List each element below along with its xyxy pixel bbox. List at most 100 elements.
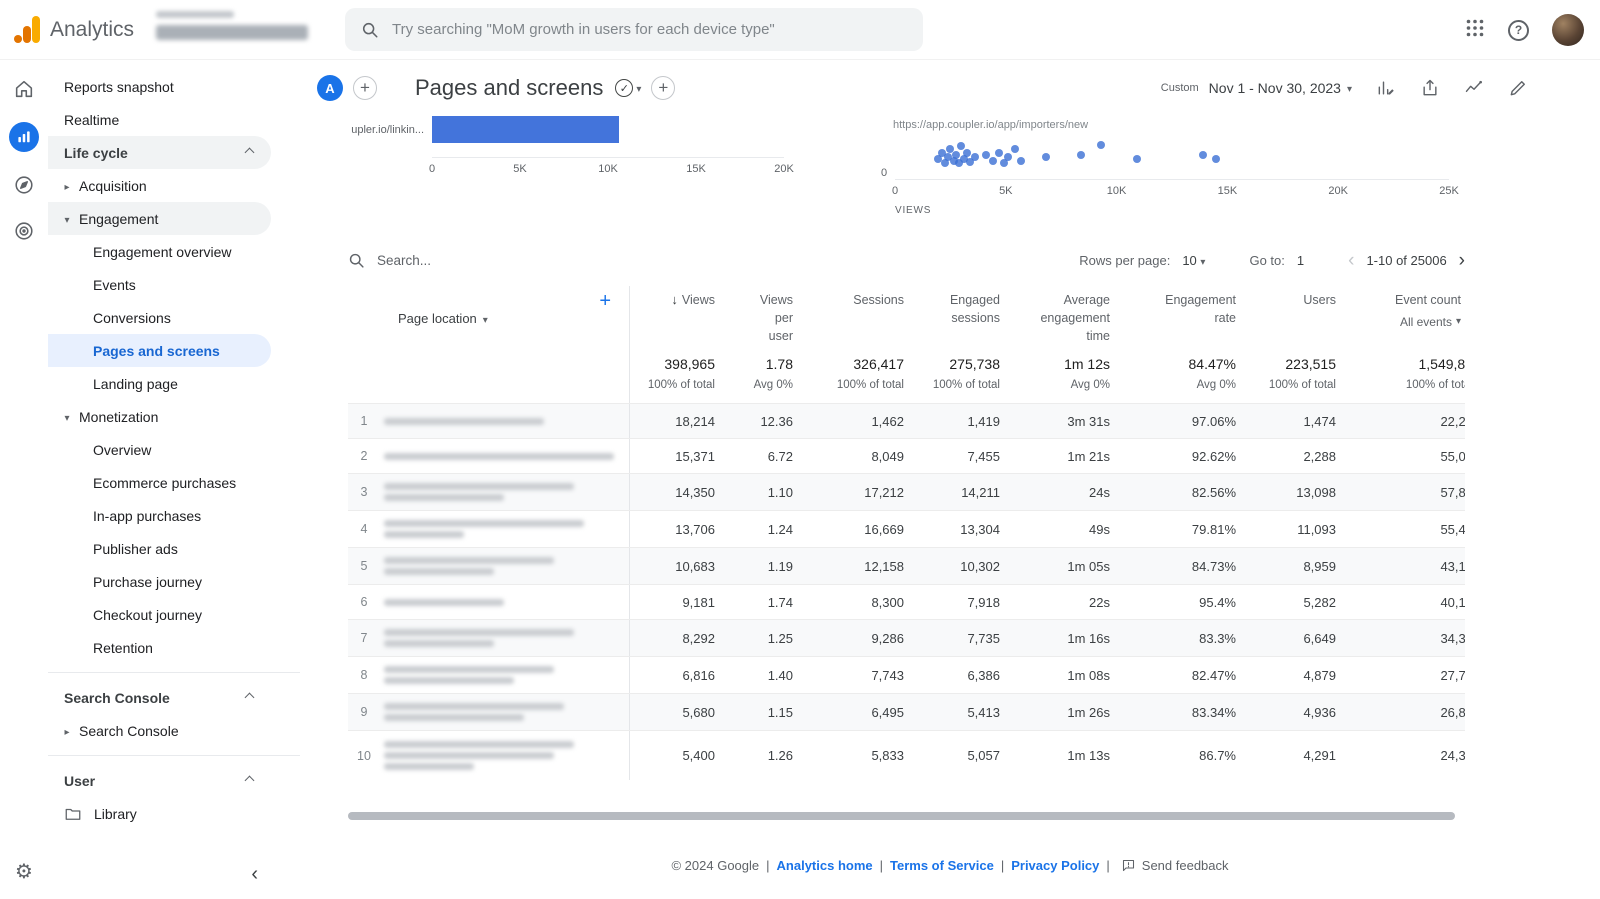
metric-cell: 1.19 [767,558,793,574]
nav-section-search-console[interactable]: Search Console [48,681,271,714]
nav-item-monetization[interactable]: Monetization [48,400,271,433]
column-header-engaged-sessions[interactable]: Engaged sessions [904,286,1000,327]
metric-cell: 7,455 [967,448,1000,464]
total-cell: 223,515 100% of total [1268,356,1336,391]
share-report-button[interactable] [1420,78,1440,98]
table-row[interactable]: 2 15,371 6.72 8,049 7,455 1m 21s 92.62% 2,288 55… [348,438,1465,473]
metric-cell: 15,371 [675,448,715,464]
dimension-header[interactable]: Page location + [348,286,630,346]
next-page-button[interactable] [1459,251,1465,270]
table-row[interactable]: 7 8,292 1.25 9,286 7,735 1m 16s 83.3% 6,649 34,3… [348,619,1465,656]
customize-report-button[interactable] [1376,78,1396,98]
apps-grid-icon[interactable] [1465,18,1485,43]
table-search[interactable] [348,252,617,269]
table-row[interactable]: 9 5,680 1.15 6,495 5,413 1m 26s 83.34% 4,936 26,… [348,693,1465,730]
nav-item-search-console[interactable]: Search Console [48,714,271,747]
column-header-views-per-user[interactable]: Views per user [715,286,793,345]
user-avatar[interactable] [1552,14,1584,46]
collapse-nav-button[interactable] [251,864,258,885]
table-row[interactable]: 8 6,816 1.40 7,743 6,386 1m 08s 82.47% 4,879 27,… [348,656,1465,693]
table-row[interactable]: 1 18,214 12.36 1,462 1,419 3m 31s 97.06% 1,474 2… [348,403,1465,438]
chevron-right-icon [60,178,74,193]
rail-explore-button[interactable] [11,172,37,198]
nav-item-engagement-overview[interactable]: Engagement overview [48,235,271,268]
nav-item-retention[interactable]: Retention [48,631,271,664]
table-search-input[interactable] [377,252,617,268]
collapse-section-icon[interactable] [244,147,255,158]
analytics-home-link[interactable]: Analytics home [777,858,873,873]
add-report-button[interactable] [651,76,676,100]
axis-tick-label: 15K [686,163,706,175]
column-header-sessions[interactable]: Sessions [793,286,904,309]
date-range-selector[interactable]: Nov 1 - Nov 30, 2023 [1209,80,1341,96]
help-icon[interactable]: ? [1508,19,1529,41]
main-content: A Pages and screens Custom Nov 1 - Nov 3… [300,60,1600,899]
metric-cell: 5,413 [967,704,1000,720]
edit-report-button[interactable] [1508,78,1528,98]
nav-item-acquisition[interactable]: Acquisition [48,169,271,202]
analytics-brand[interactable]: Analytics [14,16,134,43]
metric-cell: 43,18 [1440,558,1465,574]
metric-cell: 24s [1089,484,1110,500]
rail-admin-gear-button[interactable] [11,859,37,885]
collapse-section-icon[interactable] [244,775,255,786]
column-header-engagement-rate[interactable]: Engagement rate [1110,286,1236,327]
report-saved-badge[interactable] [615,79,634,97]
nav-item-label: Conversions [93,309,171,326]
nav-item-label: Realtime [64,111,120,128]
nav-item-pages-and-screens[interactable]: Pages and screens [48,334,271,367]
redacted-text [384,741,574,748]
redacted-text [384,452,614,460]
global-search-bar[interactable] [345,8,923,51]
column-header-average-engagement-time[interactable]: Average engagement time [1000,286,1110,345]
date-caret-icon[interactable] [1347,80,1352,96]
nav-item-purchase-journey[interactable]: Purchase journey [48,565,271,598]
nav-item-overview[interactable]: Overview [48,433,271,466]
goto-page-input[interactable]: 1 [1297,253,1304,268]
nav-item-in-app-purchases[interactable]: In-app purchases [48,499,271,532]
rail-home-button[interactable] [11,76,37,102]
event-count-filter[interactable]: All events [1336,314,1461,331]
horizontal-scrollbar[interactable] [348,812,1455,820]
send-feedback-button[interactable]: Send feedback [1121,858,1229,873]
nav-item-label: Events [93,276,136,293]
privacy-policy-link[interactable]: Privacy Policy [1011,858,1099,873]
rail-advertising-button[interactable] [11,218,37,244]
insights-button[interactable] [1464,78,1484,98]
table-row[interactable]: 4 13,706 1.24 16,669 13,304 49s 79.81% 11,093 55… [348,510,1465,547]
table-row[interactable]: 5 10,683 1.19 12,158 10,302 1m 05s 84.73% 8,959… [348,547,1465,584]
nav-item-landing-page[interactable]: Landing page [48,367,271,400]
metric-cell: 16,669 [864,521,904,537]
add-column-button[interactable]: + [599,290,611,313]
collapse-section-icon[interactable] [244,692,255,703]
badge-caret-icon[interactable] [636,80,641,96]
nav-item-reports-snapshot[interactable]: Reports snapshot [48,70,271,103]
nav-item-publisher-ads[interactable]: Publisher ads [48,532,271,565]
table-row[interactable]: 10 5,400 1.26 5,833 5,057 1m 13s 86.7% 4,291 24,… [348,730,1465,780]
nav-section-life-cycle[interactable]: Life cycle [48,136,271,169]
nav-item-ecommerce-purchases[interactable]: Ecommerce purchases [48,466,271,499]
column-header-views[interactable]: Views [630,286,715,309]
nav-item-library[interactable]: Library [48,797,271,830]
global-search-input[interactable] [392,21,907,38]
home-icon [15,80,33,98]
table-row[interactable]: 6 9,181 1.74 8,300 7,918 22s 95.4% 5,282 40,18 [348,584,1465,619]
comparison-chip-all-users[interactable]: A [317,75,343,101]
table-row[interactable]: 3 14,350 1.10 17,212 14,211 24s 82.56% 13,098 57… [348,473,1465,510]
account-property-selector-redacted[interactable] [156,11,321,40]
previous-page-button[interactable] [1348,251,1354,270]
rail-reports-button[interactable] [9,122,39,152]
nav-item-realtime[interactable]: Realtime [48,103,271,136]
rows-per-page-select[interactable]: 10 [1182,253,1205,268]
check-icon [620,80,629,96]
nav-item-conversions[interactable]: Conversions [48,301,271,334]
column-header-users[interactable]: Users [1236,286,1336,309]
nav-section-label: User [64,772,96,789]
nav-item-engagement[interactable]: Engagement [48,202,271,235]
add-comparison-button[interactable] [353,76,377,100]
column-header-event-count[interactable]: Event count All events [1336,286,1465,332]
terms-of-service-link[interactable]: Terms of Service [890,858,994,873]
nav-item-checkout-journey[interactable]: Checkout journey [48,598,271,631]
nav-section-user[interactable]: User [48,764,271,797]
nav-item-events[interactable]: Events [48,268,271,301]
